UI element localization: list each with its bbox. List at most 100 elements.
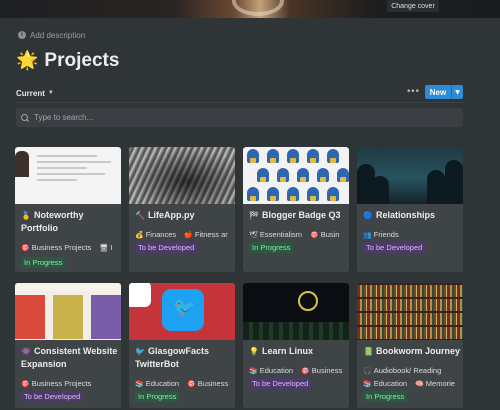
cover-latte-art xyxy=(232,0,284,16)
status-badge: In Progress xyxy=(135,391,180,402)
card-title-text: LifeApp.py xyxy=(148,210,195,220)
status-badge: To be Developed xyxy=(363,242,426,253)
apple-icon: 🍎 xyxy=(184,231,193,239)
green-book-icon: 📗 xyxy=(363,347,373,356)
view-selector[interactable]: Current ▼ xyxy=(16,88,54,98)
glowing-star-icon[interactable]: 🌟 xyxy=(16,51,38,71)
people-icon: 👥 xyxy=(363,231,372,239)
project-card[interactable]: 🏁 Blogger Badge Q3 🕊 Essentialism 🎯 Busin I… xyxy=(243,147,349,272)
card-tags: 🕊 Essentialism 🎯 Busin xyxy=(249,228,349,240)
bird-icon: 🐦 xyxy=(135,347,145,356)
status-badge: To be Developed xyxy=(21,391,84,402)
books-icon: 📚 xyxy=(363,380,372,388)
status-badge: To be Developed xyxy=(135,242,198,253)
target-icon: 🎯 xyxy=(310,231,319,239)
tag-label: Essentialism xyxy=(259,229,302,239)
chevron-down-icon: ▼ xyxy=(47,90,54,96)
blue-circle-icon: 🔵 xyxy=(363,211,373,220)
status-badge: To be Developed xyxy=(249,378,312,389)
card-tags: 📚 Education 🎯 Business xyxy=(249,364,349,376)
headphones-icon: 🎧 xyxy=(363,367,372,375)
tag-label: Friends xyxy=(373,229,399,239)
computer-icon: 🖥 xyxy=(99,244,109,252)
project-card[interactable]: 👾 Consistent Website Expansion 🎯 Business … xyxy=(15,283,121,408)
tag-label: Business Projects xyxy=(31,378,92,388)
tag-label: I xyxy=(110,242,113,252)
card-cover-image xyxy=(243,147,349,204)
search-input[interactable] xyxy=(34,113,463,122)
target-icon: 🎯 xyxy=(301,367,310,375)
tag-label: Finances xyxy=(145,229,177,239)
checkered-flag-icon: 🏁 xyxy=(249,211,259,220)
card-title-text: Consistent Website Expansion xyxy=(21,346,118,369)
status-badge: In Progress xyxy=(21,257,66,268)
card-title-text: Blogger Badge Q3 xyxy=(262,210,341,220)
card-tags: 📚 Education 🧠 Memorie xyxy=(363,377,463,389)
hammer-icon: 🔨 xyxy=(135,211,145,220)
card-cover-image xyxy=(129,283,235,340)
search-icon xyxy=(21,113,29,122)
card-title: 🐦 GlasgowFacts TwitterBot xyxy=(135,345,235,371)
target-icon: 🎯 xyxy=(21,380,30,388)
card-title: 💡 Learn Linux xyxy=(249,345,349,358)
status-badge: In Progress xyxy=(249,242,294,253)
card-tags: 📚 Education 🎯 Business xyxy=(135,377,235,389)
card-tags: 🎯 Business Projects 🖥 I xyxy=(21,241,121,253)
money-bag-icon: 💰 xyxy=(135,231,144,239)
tag-label: Business Projects xyxy=(31,242,92,252)
card-cover-image xyxy=(129,147,235,204)
search-bar[interactable] xyxy=(16,108,463,127)
card-cover-image xyxy=(357,283,463,340)
card-title-text: GlasgowFacts TwitterBot xyxy=(135,346,210,369)
card-title: 🏁 Blogger Badge Q3 xyxy=(249,209,349,222)
tag-label: Audiobook/ Reading xyxy=(373,365,442,375)
card-tags: 👥 Friends xyxy=(363,228,463,240)
card-title-text: Bookworm Journey xyxy=(376,346,461,356)
dove-icon: 🕊 xyxy=(249,231,258,239)
card-cover-image xyxy=(243,283,349,340)
view-selector-label: Current xyxy=(16,88,45,98)
card-tags: 🎯 Business Projects xyxy=(21,377,121,389)
add-description-label: Add description xyxy=(30,30,86,40)
card-title: 🥇 Noteworthy Portfolio xyxy=(21,209,121,235)
toolbar-divider xyxy=(16,102,463,103)
books-icon: 📚 xyxy=(249,367,258,375)
card-tags: 💰 Finances 🍎 Fitness ar xyxy=(135,228,235,240)
light-bulb-icon: 💡 xyxy=(249,347,259,356)
books-icon: 📚 xyxy=(135,380,144,388)
tag-label: Busin xyxy=(320,229,340,239)
tag-label: Memorie xyxy=(425,378,455,388)
tag-label: Education xyxy=(373,378,408,388)
tag-label: Education xyxy=(145,378,180,388)
change-cover-button[interactable]: Change cover xyxy=(387,0,439,12)
tag-label: Education xyxy=(259,365,294,375)
brain-icon: 🧠 xyxy=(415,380,424,388)
project-card[interactable]: 📗 Bookworm Journey 🎧 Audiobook/ Reading 📚 E… xyxy=(357,283,463,408)
page-title[interactable]: Projects xyxy=(44,50,119,72)
project-card[interactable]: 🔵 Relationships 👥 Friends To be Developed xyxy=(357,147,463,272)
target-icon: 🎯 xyxy=(187,380,196,388)
project-card[interactable]: 🥇 Noteworthy Portfolio 🎯 Business Projects… xyxy=(15,147,121,272)
add-description-button[interactable]: i Add description xyxy=(18,29,85,41)
new-button[interactable]: New ▼ xyxy=(425,85,463,99)
status-badge: In Progress xyxy=(363,391,408,402)
card-tags: 🎧 Audiobook/ Reading xyxy=(363,364,463,376)
card-cover-image xyxy=(15,283,121,340)
card-cover-image xyxy=(357,147,463,204)
new-dropdown-chevron-icon[interactable]: ▼ xyxy=(452,85,463,99)
card-title-text: Learn Linux xyxy=(262,346,314,356)
project-card[interactable]: 🐦GlasgowFacts TwitterBot 📚Education 🎯Bus… xyxy=(129,283,235,408)
card-title: 👾 Consistent Website Expansion xyxy=(21,345,121,371)
card-title: 🔵 Relationships xyxy=(363,209,463,222)
medal-icon: 🥇 xyxy=(21,211,31,220)
project-card[interactable]: 💡 Learn Linux 📚 Education 🎯 Business To be … xyxy=(243,283,349,408)
page-title-row: 🌟 Projects xyxy=(16,47,119,75)
card-cover-image xyxy=(15,147,121,204)
card-title-text: Relationships xyxy=(376,210,436,220)
tag-label: Business xyxy=(311,365,343,375)
more-options-icon[interactable]: ••• xyxy=(406,86,420,98)
new-button-label[interactable]: New xyxy=(425,85,452,99)
card-title: 🔨 LifeApp.py xyxy=(135,209,235,222)
card-title: 📗 Bookworm Journey xyxy=(363,345,463,358)
project-card[interactable]: 🔨 LifeApp.py 💰 Finances 🍎 Fitness ar To be … xyxy=(129,147,235,272)
